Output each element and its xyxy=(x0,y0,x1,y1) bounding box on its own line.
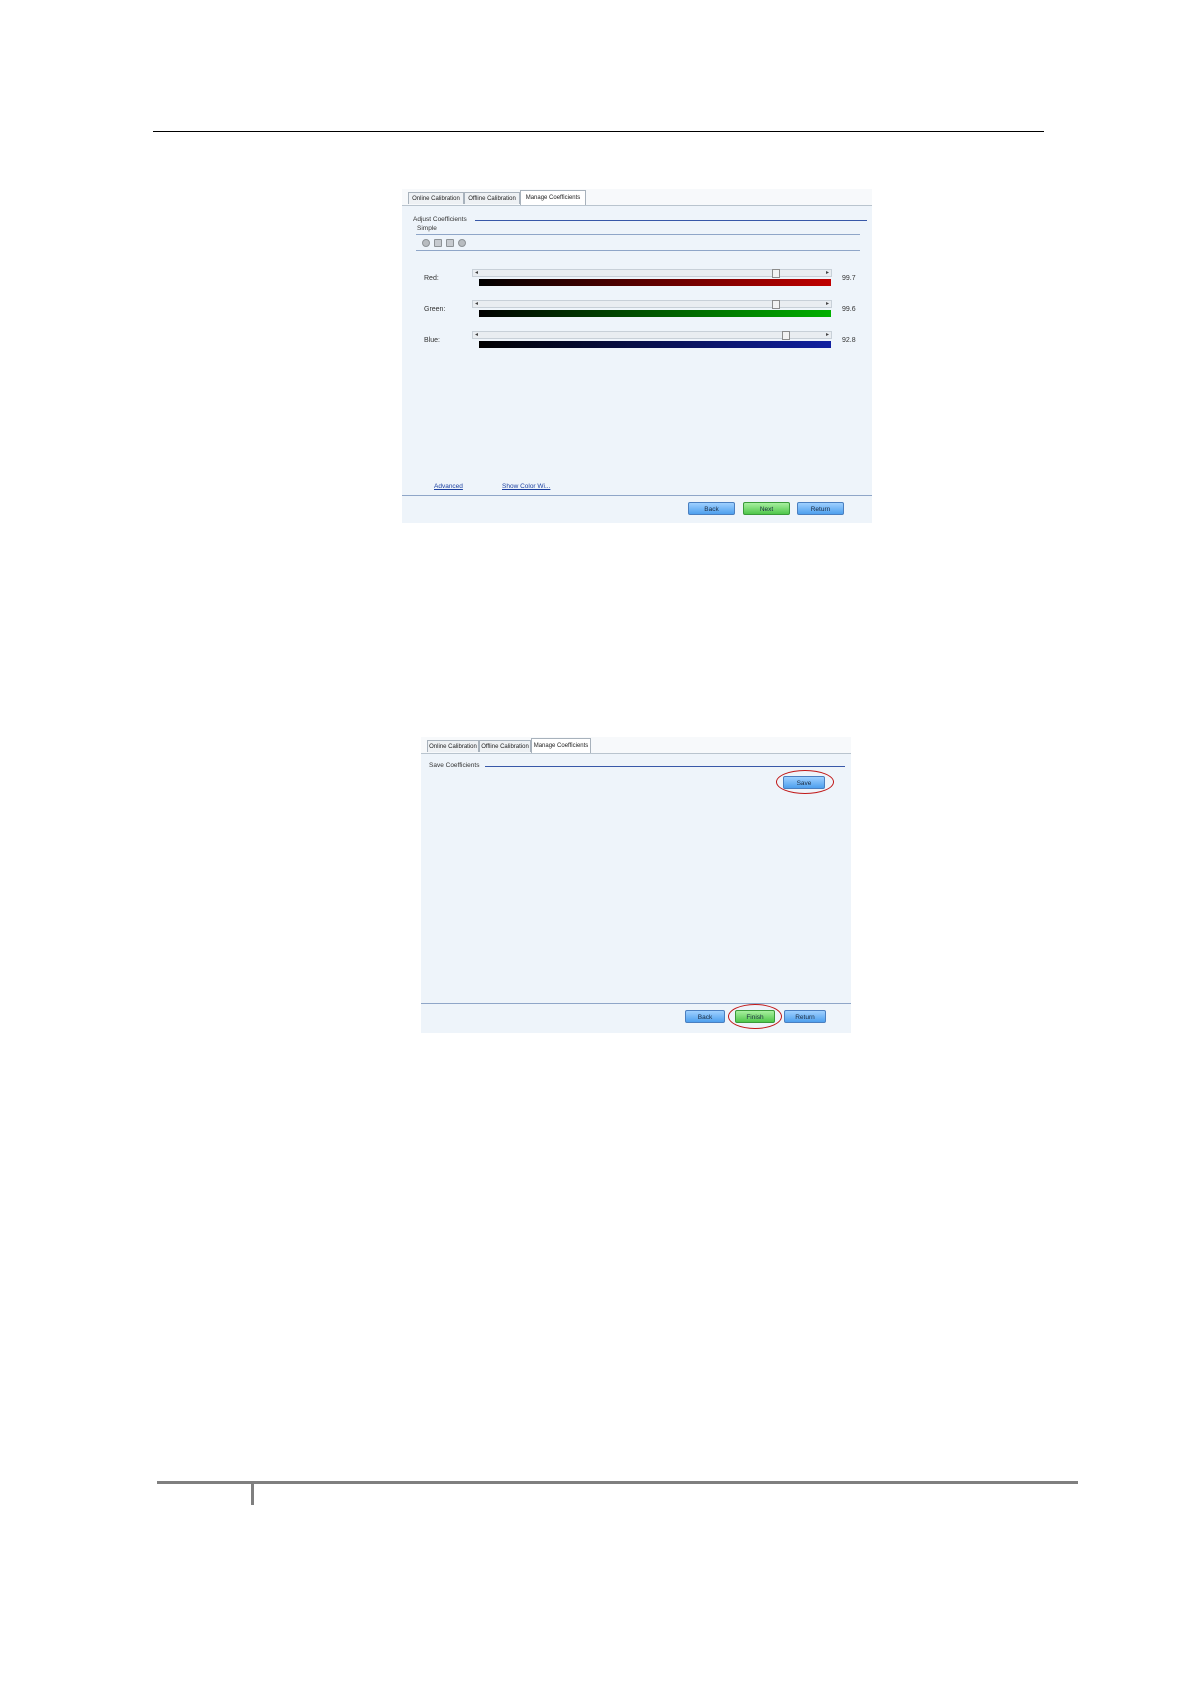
tab-bar: Online Calibration Offline Calibration M… xyxy=(402,189,872,206)
slider-thumb[interactable] xyxy=(782,331,791,340)
group-divider xyxy=(475,220,867,221)
back-button[interactable]: Back xyxy=(685,1010,725,1023)
tab-manage-coefficients[interactable]: Manage Coefficients xyxy=(531,738,591,753)
chevron-right-icon[interactable]: ▸ xyxy=(826,300,829,307)
footer-rule xyxy=(157,1481,1078,1484)
chevron-left-icon[interactable]: ◂ xyxy=(475,269,478,276)
next-button[interactable]: Next xyxy=(743,502,790,515)
return-button[interactable]: Return xyxy=(797,502,844,515)
group-divider xyxy=(485,766,845,767)
tab-manage-coefficients[interactable]: Manage Coefficients xyxy=(520,190,586,205)
footer-divider xyxy=(402,495,872,496)
chevron-right-icon[interactable]: ▸ xyxy=(826,331,829,338)
slider-row: Green: ◂ ▸ 99.6 xyxy=(402,300,872,324)
tab-online-calibration[interactable]: Online Calibration xyxy=(408,192,464,204)
color-gradient-bar xyxy=(479,341,831,348)
slider-row: Blue: ◂ ▸ 92.8 xyxy=(402,331,872,355)
footer-rule-tick xyxy=(251,1484,254,1505)
sun-icon[interactable] xyxy=(422,239,430,247)
image-icon[interactable] xyxy=(446,239,454,247)
slider-label: Blue: xyxy=(424,337,440,344)
group-title: Adjust Coefficients xyxy=(413,216,467,223)
slider-track[interactable]: ◂ ▸ xyxy=(472,331,832,340)
sync-icon[interactable] xyxy=(434,239,442,247)
slider-track[interactable]: ◂ ▸ xyxy=(472,300,832,309)
slider-value: 99.7 xyxy=(842,275,856,282)
tab-offline-calibration[interactable]: Offline Calibration xyxy=(479,740,531,752)
slider-track[interactable]: ◂ ▸ xyxy=(472,269,832,278)
slider-thumb[interactable] xyxy=(772,300,781,309)
dot-icon[interactable] xyxy=(458,239,466,247)
slider-label: Green: xyxy=(424,306,446,313)
group-title: Save Coefficients xyxy=(429,762,480,769)
color-gradient-bar xyxy=(479,310,831,317)
show-color-wheel-link[interactable]: Show Color Wi... xyxy=(502,483,550,490)
chevron-right-icon[interactable]: ▸ xyxy=(826,269,829,276)
screenshot-save-coefficients: Online Calibration Offline Calibration M… xyxy=(421,737,851,1033)
toolbar-divider xyxy=(416,250,860,251)
tab-bar: Online Calibration Offline Calibration M… xyxy=(421,737,851,754)
chevron-left-icon[interactable]: ◂ xyxy=(475,300,478,307)
advanced-link[interactable]: Advanced xyxy=(434,483,463,490)
screenshot-adjust-coefficients: Online Calibration Offline Calibration M… xyxy=(402,189,872,523)
mode-divider xyxy=(416,234,860,235)
highlight-circle xyxy=(728,1004,782,1029)
back-button[interactable]: Back xyxy=(688,502,735,515)
slider-value: 92.8 xyxy=(842,337,856,344)
slider-thumb[interactable] xyxy=(772,269,781,278)
slider-value: 99.6 xyxy=(842,306,856,313)
mode-label: Simple xyxy=(417,225,437,232)
slider-label: Red: xyxy=(424,275,439,282)
tab-online-calibration[interactable]: Online Calibration xyxy=(427,740,479,752)
highlight-circle xyxy=(776,770,834,794)
slider-row: Red: ◂ ▸ 99.7 xyxy=(402,269,872,293)
footer-divider xyxy=(421,1003,851,1004)
color-gradient-bar xyxy=(479,279,831,286)
return-button[interactable]: Return xyxy=(784,1010,826,1023)
chevron-left-icon[interactable]: ◂ xyxy=(475,331,478,338)
header-rule xyxy=(153,131,1044,132)
tab-offline-calibration[interactable]: Offline Calibration xyxy=(464,192,520,204)
